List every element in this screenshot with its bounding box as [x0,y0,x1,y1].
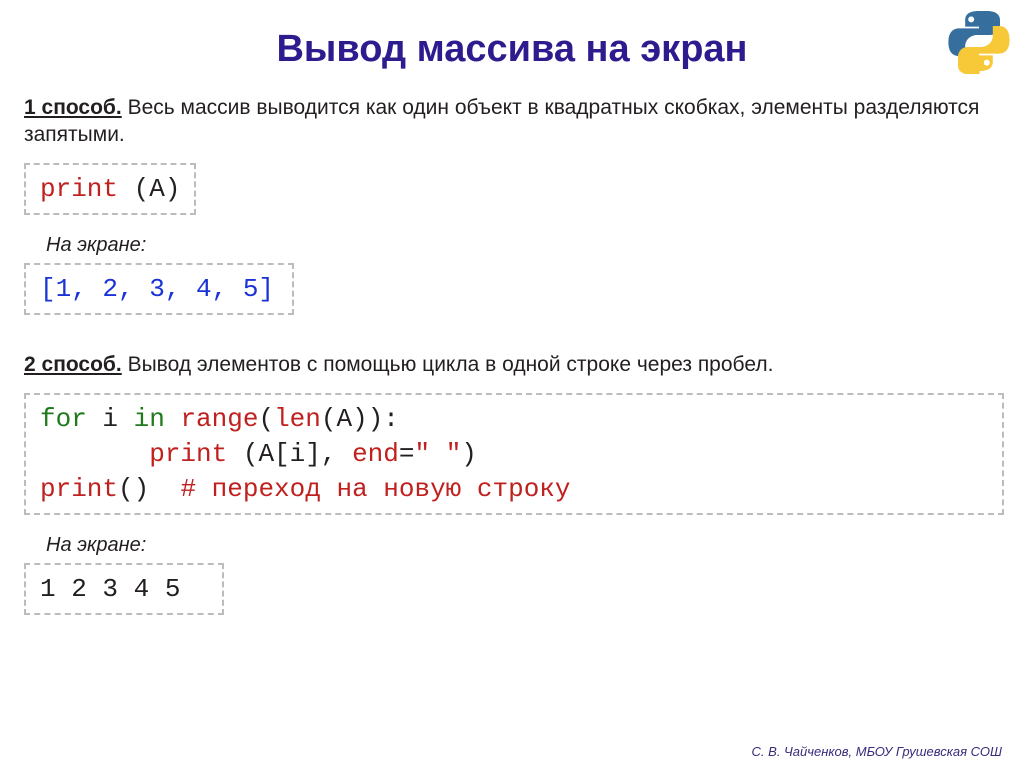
output-label-2: На экране: [46,534,1000,557]
method1-text: Весь массив выводится как один объект в … [24,96,979,146]
python-logo-icon [946,8,1012,74]
method2-text: Вывод элементов с помощью цикла в одной … [122,353,774,376]
method1-heading: 1 способ. [24,96,122,119]
method2-paragraph: 2 способ. Вывод элементов с помощью цикл… [24,352,1000,379]
slide-footer: С. В. Чайченков, МБОУ Грушевская СОШ [752,744,1002,759]
output-block-2: 1 2 3 4 5 [24,563,224,615]
code-block-1: print (A) [24,163,196,215]
slide-title: Вывод массива на экран [24,28,1000,71]
method2-heading: 2 способ. [24,353,122,376]
output-label-1: На экране: [46,234,1000,257]
output-block-1: [1, 2, 3, 4, 5] [24,263,294,315]
method1-paragraph: 1 способ. Весь массив выводится как один… [24,95,1000,149]
code-block-2: for i in range(len(A)): print (A[i], end… [24,393,1004,515]
